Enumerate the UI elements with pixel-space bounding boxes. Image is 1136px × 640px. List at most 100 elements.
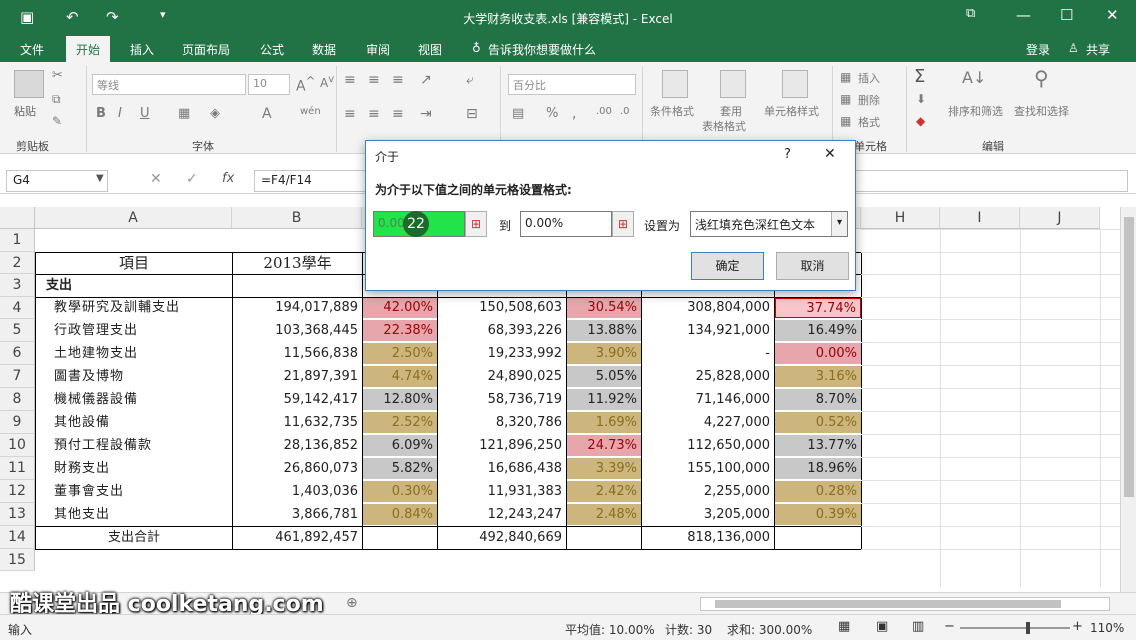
percent-cell[interactable]: 0.00% xyxy=(775,343,861,364)
value-cell[interactable]: 24,890,025 xyxy=(438,366,566,387)
percent-cell[interactable]: 3.39% xyxy=(567,458,641,479)
minimize-icon[interactable]: — xyxy=(1016,6,1031,24)
ok-button[interactable]: 确定 xyxy=(691,252,764,280)
value-cell[interactable]: 150,508,603 xyxy=(438,298,566,318)
col-header-b[interactable]: B xyxy=(232,207,362,229)
row-header-9[interactable]: 9 xyxy=(0,411,35,434)
percent-cell[interactable]: 13.88% xyxy=(567,320,641,341)
page-layout-view-icon[interactable]: ▣ xyxy=(876,619,888,634)
find-select-label[interactable]: 查找和选择 xyxy=(1014,103,1069,119)
font-name-box[interactable]: 等线 xyxy=(92,74,246,95)
cell-style-label[interactable]: 单元格样式 xyxy=(764,103,819,119)
row-header-3[interactable]: 3 xyxy=(0,274,35,297)
format-painter-icon[interactable]: ✎ xyxy=(52,114,62,128)
total-label-cell[interactable]: 支出合計 xyxy=(36,527,232,548)
hscroll-thumb[interactable] xyxy=(715,600,1061,608)
percent-cell[interactable]: 16.49% xyxy=(775,320,861,341)
sort-filter-label[interactable]: 排序和筛选 xyxy=(948,103,1003,119)
header-b-cell[interactable]: 2013學年 xyxy=(233,253,362,274)
col-header-a[interactable]: A xyxy=(35,207,232,229)
row-header-4[interactable]: 4 xyxy=(0,297,35,319)
percent-cell[interactable]: 13.77% xyxy=(775,435,861,456)
fill-color-icon[interactable]: ◈ xyxy=(210,106,220,121)
row-header-5[interactable]: 5 xyxy=(0,319,35,342)
from-range-picker-icon[interactable]: ⊞ xyxy=(465,211,487,237)
ribbon-display-icon[interactable]: ⧉ xyxy=(966,6,975,21)
format-style-select[interactable]: 浅红填充色深红色文本 ▾ xyxy=(690,211,848,237)
table-format-label-2[interactable]: 表格格式 xyxy=(702,118,746,134)
value-cell[interactable]: 4,227,000 xyxy=(642,412,774,433)
paste-label[interactable]: 粘贴 xyxy=(14,103,36,119)
tab-insert[interactable]: 插入 xyxy=(130,41,154,58)
zoom-out-icon[interactable]: − xyxy=(944,619,955,634)
dialog-help-button[interactable]: ? xyxy=(784,147,791,162)
row-header-10[interactable]: 10 xyxy=(0,434,35,457)
value-cell[interactable]: 308,804,000 xyxy=(642,298,774,318)
conditional-format-label[interactable]: 条件格式 xyxy=(650,103,694,119)
font-size-box[interactable]: 10 xyxy=(248,74,290,95)
clear-icon[interactable]: ◆ xyxy=(916,114,925,128)
increase-decimal-icon[interactable]: .00 xyxy=(596,106,612,117)
tab-home[interactable]: 开始 xyxy=(66,36,111,62)
percent-cell[interactable]: 24.73% xyxy=(567,435,641,456)
close-window-icon[interactable]: ✕ xyxy=(1106,6,1119,24)
tell-me-box[interactable]: 告诉我你想要做什么 xyxy=(488,41,596,58)
percent-cell[interactable]: 3.90% xyxy=(567,343,641,364)
vertical-scrollbar[interactable] xyxy=(1120,207,1136,592)
to-range-picker-icon[interactable]: ⊞ xyxy=(612,211,634,237)
align-left-icon[interactable]: ≡ xyxy=(344,106,356,122)
insert-function-button[interactable]: fx xyxy=(222,171,234,186)
value-cell[interactable]: 16,686,438 xyxy=(438,458,566,479)
tab-page-layout[interactable]: 页面布局 xyxy=(182,41,230,58)
format-cells-label[interactable]: 格式 xyxy=(858,114,880,130)
tab-review[interactable]: 审阅 xyxy=(366,41,390,58)
grow-font-icon[interactable]: A^ xyxy=(296,74,315,95)
borders-icon[interactable]: ▦ xyxy=(178,106,190,121)
merge-cells-icon[interactable]: ⊟ xyxy=(466,106,478,122)
percent-cell[interactable]: 8.70% xyxy=(775,389,861,410)
tab-formulas[interactable]: 公式 xyxy=(260,41,284,58)
percent-cell[interactable]: 4.74% xyxy=(363,366,437,387)
delete-cells-icon[interactable]: ▦ xyxy=(840,92,851,106)
item-cell[interactable]: 土地建物支出 xyxy=(44,343,232,364)
zoom-level[interactable]: 110% xyxy=(1090,621,1124,635)
tab-file[interactable]: 文件 xyxy=(20,41,44,58)
table-format-label-1[interactable]: 套用 xyxy=(720,103,742,119)
value-cell[interactable]: 25,828,000 xyxy=(642,366,774,387)
chevron-down-icon[interactable]: ▾ xyxy=(831,212,847,236)
row-header-14[interactable]: 14 xyxy=(0,526,35,549)
percent-cell[interactable]: 5.05% xyxy=(567,366,641,387)
align-right-icon[interactable]: ≡ xyxy=(392,106,404,122)
value-cell[interactable]: - xyxy=(642,343,774,364)
orientation-icon[interactable]: ↗ xyxy=(420,72,432,88)
insert-cells-label[interactable]: 插入 xyxy=(858,70,880,86)
percent-cell[interactable]: 3.16% xyxy=(775,366,861,387)
zoom-in-icon[interactable]: + xyxy=(1072,619,1083,634)
percent-button[interactable]: % xyxy=(546,106,558,121)
zoom-slider[interactable] xyxy=(960,627,1070,629)
percent-cell[interactable]: 2.48% xyxy=(567,504,641,525)
row-header-13[interactable]: 13 xyxy=(0,503,35,526)
name-box-dropdown-icon[interactable]: ▼ xyxy=(96,173,104,184)
value-cell[interactable]: 2,255,000 xyxy=(642,481,774,502)
total-b-cell[interactable]: 461,892,457 xyxy=(233,527,362,548)
font-color-button[interactable]: A xyxy=(262,106,272,122)
item-cell[interactable]: 預付工程設備款 xyxy=(44,435,232,456)
accounting-icon[interactable]: ▤ xyxy=(512,106,524,121)
autosum-icon[interactable]: Σ xyxy=(914,66,925,87)
align-bottom-icon[interactable]: ≡ xyxy=(392,72,404,88)
percent-cell[interactable]: 0.28% xyxy=(775,481,861,502)
row-header-11[interactable]: 11 xyxy=(0,457,35,480)
phonetic-icon[interactable]: wén xyxy=(300,106,321,117)
decrease-decimal-icon[interactable]: .0 xyxy=(620,106,630,117)
copy-icon[interactable]: ⧉ xyxy=(52,92,61,107)
percent-cell[interactable]: 2.52% xyxy=(363,412,437,433)
percent-cell[interactable]: 22.38% xyxy=(363,320,437,341)
align-center-icon[interactable]: ≡ xyxy=(368,106,380,122)
tab-view[interactable]: 视图 xyxy=(418,41,442,58)
percent-cell[interactable]: 18.96% xyxy=(775,458,861,479)
find-select-icon[interactable]: ⚲ xyxy=(1034,66,1049,90)
value-cell[interactable]: 8,320,786 xyxy=(438,412,566,433)
shrink-font-icon[interactable]: Av xyxy=(320,74,334,90)
value-cell[interactable]: 121,896,250 xyxy=(438,435,566,456)
